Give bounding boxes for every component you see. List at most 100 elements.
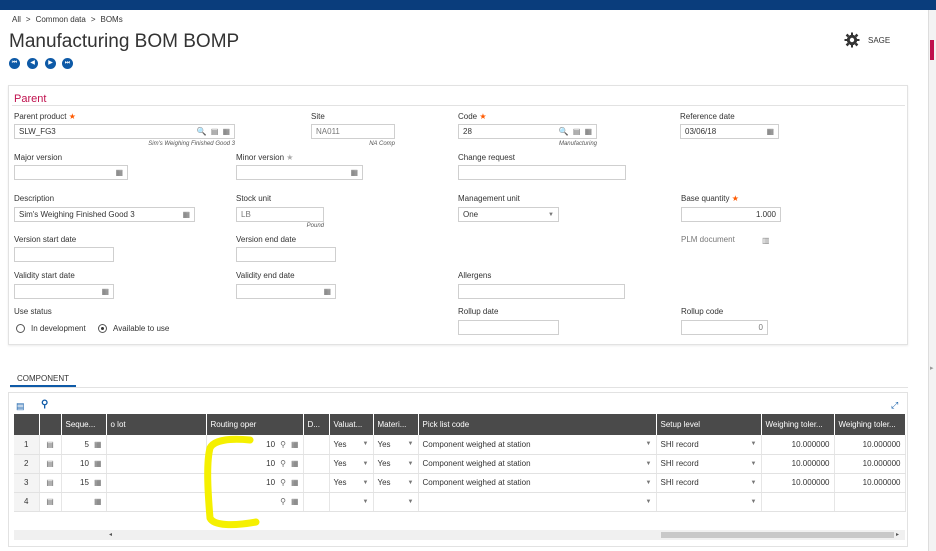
keyboard-icon[interactable]: ▦ <box>291 497 299 506</box>
chevron-down-icon[interactable]: ▼ <box>646 480 652 486</box>
sequence-cell[interactable]: 5 ▦ <box>61 435 107 455</box>
right-panel-strip[interactable]: ▸ <box>928 10 936 551</box>
chevron-down-icon[interactable]: ▼ <box>408 480 414 486</box>
chevron-down-icon[interactable]: ▼ <box>751 480 757 486</box>
plm-document-icon[interactable]: ▥ <box>762 236 770 245</box>
validity-start-date-field[interactable]: ▦ <box>14 284 114 299</box>
d-cell[interactable] <box>303 473 330 493</box>
allergens-field[interactable] <box>458 284 625 299</box>
valuation-cell[interactable]: Yes ▼ <box>329 473 374 493</box>
expand-icon[interactable]: ⤢ <box>891 400 898 411</box>
setup-level-cell[interactable]: SHI record ▼ <box>656 473 762 493</box>
weighing-tolerance-1-cell[interactable]: 10.000000 <box>761 473 835 493</box>
row-actions-cell[interactable]: ▤ <box>39 454 62 474</box>
weighing-tolerance-2-cell[interactable]: 10.000000 <box>834 473 906 493</box>
next-record-button[interactable]: ▶ <box>45 58 56 69</box>
table-row[interactable]: 1 ▤ 5 ▦ 10 ⚲ ▦ Yes ▼ Yes ▼ Component weighed at sta… <box>14 435 906 455</box>
detail-icon[interactable]: ▤ <box>211 127 219 136</box>
radio-circle[interactable] <box>16 324 25 333</box>
keyboard-icon[interactable]: ▦ <box>291 440 299 449</box>
d-cell[interactable] <box>303 492 330 512</box>
header-d[interactable]: D... <box>303 414 330 435</box>
pick-list-cell[interactable]: Component weighed at station ▼ <box>418 473 657 493</box>
lot-cell[interactable] <box>106 454 207 474</box>
radio-in-development[interactable]: In development <box>16 324 86 333</box>
right-panel-arrow-icon[interactable]: ▸ <box>930 364 934 372</box>
header-material[interactable]: Materi... <box>373 414 419 435</box>
parent-product-field[interactable]: SLW_FG3 🔍 ▤ ▦ <box>14 124 235 139</box>
radio-available-to-use[interactable]: Available to use <box>98 324 169 333</box>
validity-end-date-field[interactable]: ▦ <box>236 284 336 299</box>
sequence-cell[interactable]: ▦ <box>61 492 107 512</box>
setup-level-cell[interactable]: ▼ <box>656 492 762 512</box>
chevron-down-icon[interactable]: ▼ <box>363 499 369 505</box>
pick-list-cell[interactable]: ▼ <box>418 492 657 512</box>
search-icon[interactable]: ⚲ <box>41 399 48 410</box>
chevron-down-icon[interactable]: ▼ <box>363 480 369 486</box>
management-unit-select[interactable]: One ▼ <box>458 207 559 222</box>
material-cell[interactable]: Yes ▼ <box>373 435 419 455</box>
keyboard-icon[interactable]: ▦ <box>291 459 299 468</box>
keyboard-icon[interactable]: ▦ <box>182 210 190 219</box>
search-icon[interactable]: ⚲ <box>280 440 286 449</box>
chevron-down-icon[interactable]: ▼ <box>408 441 414 447</box>
first-record-button[interactable]: ⏮ <box>9 58 20 69</box>
horizontal-scrollbar[interactable]: ◂ ▸ <box>14 530 905 540</box>
chevron-down-icon[interactable]: ▼ <box>646 499 652 505</box>
search-icon[interactable]: 🔍 <box>197 127 207 136</box>
row-menu-icon[interactable]: ▤ <box>46 440 54 449</box>
chevron-down-icon[interactable]: ▼ <box>646 441 652 447</box>
weighing-tolerance-1-cell[interactable] <box>761 492 835 512</box>
code-field[interactable]: 28 🔍 ▤ ▦ <box>458 124 597 139</box>
d-cell[interactable] <box>303 435 330 455</box>
user-name[interactable]: SAGE <box>868 36 890 45</box>
keyboard-icon[interactable]: ▦ <box>115 168 123 177</box>
detail-icon[interactable]: ▤ <box>573 127 581 136</box>
header-pick-list-code[interactable]: Pick list code <box>418 414 657 435</box>
weighing-tolerance-2-cell[interactable]: 10.000000 <box>834 435 906 455</box>
setup-level-cell[interactable]: SHI record ▼ <box>656 454 762 474</box>
grid-view-icon[interactable]: ▤ <box>16 401 25 412</box>
table-row[interactable]: 4 ▤ ▦ ⚲ ▦ ▼ ▼ ▼ ▼ <box>14 492 906 512</box>
calendar-icon[interactable]: ▦ <box>101 287 109 296</box>
valuation-cell[interactable]: ▼ <box>329 492 374 512</box>
search-icon[interactable]: ⚲ <box>280 478 286 487</box>
chevron-down-icon[interactable]: ▼ <box>408 461 414 467</box>
scrollbar-thumb[interactable] <box>661 532 894 538</box>
keyboard-icon[interactable]: ▦ <box>350 168 358 177</box>
keyboard-icon[interactable]: ▦ <box>94 459 102 468</box>
header-routing-oper[interactable]: Routing oper <box>206 414 304 435</box>
weighing-tolerance-2-cell[interactable]: 10.000000 <box>834 454 906 474</box>
chevron-down-icon[interactable]: ▼ <box>408 499 414 505</box>
calendar-icon[interactable]: ▦ <box>323 287 331 296</box>
minor-version-field[interactable]: ▦ <box>236 165 363 180</box>
chevron-down-icon[interactable]: ▼ <box>363 441 369 447</box>
last-record-button[interactable]: ⏭ <box>62 58 73 69</box>
header-setup-level[interactable]: Setup level <box>656 414 762 435</box>
header-weighing-tolerance-2[interactable]: Weighing toler... <box>834 414 906 435</box>
search-icon[interactable]: ⚲ <box>280 497 286 506</box>
lot-cell[interactable] <box>106 435 207 455</box>
keyboard-icon[interactable]: ▦ <box>291 478 299 487</box>
d-cell[interactable] <box>303 454 330 474</box>
chevron-down-icon[interactable]: ▼ <box>751 499 757 505</box>
material-cell[interactable]: ▼ <box>373 492 419 512</box>
scroll-right-icon[interactable]: ▸ <box>896 530 899 540</box>
sequence-cell[interactable]: 15 ▦ <box>61 473 107 493</box>
keyboard-icon[interactable]: ▦ <box>94 440 102 449</box>
weighing-tolerance-1-cell[interactable]: 10.000000 <box>761 435 835 455</box>
search-icon[interactable]: ⚲ <box>280 459 286 468</box>
header-sequence[interactable]: Seque... <box>61 414 107 435</box>
material-cell[interactable]: Yes ▼ <box>373 473 419 493</box>
major-version-field[interactable]: ▦ <box>14 165 128 180</box>
breadcrumb-common-data[interactable]: Common data <box>36 15 86 24</box>
chevron-down-icon[interactable]: ▼ <box>751 461 757 467</box>
keyboard-icon[interactable]: ▦ <box>584 127 592 136</box>
tab-component[interactable]: COMPONENT <box>17 374 69 383</box>
chevron-down-icon[interactable]: ▼ <box>363 461 369 467</box>
valuation-cell[interactable]: Yes ▼ <box>329 435 374 455</box>
sequence-cell[interactable]: 10 ▦ <box>61 454 107 474</box>
lot-cell[interactable] <box>106 473 207 493</box>
base-quantity-field[interactable]: 1.000 <box>681 207 781 222</box>
search-icon[interactable]: 🔍 <box>559 127 569 136</box>
